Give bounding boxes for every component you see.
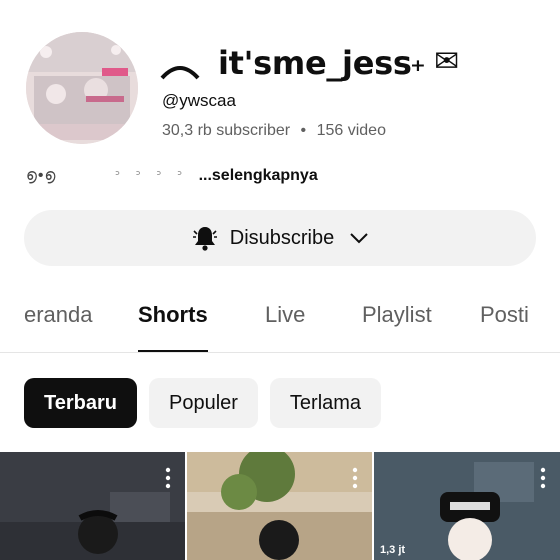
tab-shorts[interactable]: Shorts bbox=[138, 302, 208, 352]
more-options-icon[interactable] bbox=[161, 466, 175, 490]
description-symbols: ൭•൭ bbox=[26, 167, 57, 184]
stats-separator: • bbox=[300, 122, 307, 139]
chevron-down-icon bbox=[350, 233, 368, 244]
more-options-icon[interactable] bbox=[348, 466, 362, 490]
view-count: 1,3 jt bbox=[380, 544, 406, 556]
channel-tabs: eranda Shorts Live Playlist Posti bbox=[0, 290, 560, 353]
description-faded-text: ᐣ ᐣ ᐣ ᐣ bbox=[114, 168, 189, 183]
channel-description[interactable]: ൭•൭ ᐣ ᐣ ᐣ ᐣ ...selengkapnya bbox=[26, 167, 546, 185]
sort-chips: Terbaru Populer Terlama bbox=[24, 378, 382, 428]
tab-playlist[interactable]: Playlist bbox=[362, 302, 432, 350]
short-thumbnail[interactable] bbox=[0, 452, 185, 560]
channel-avatar[interactable] bbox=[26, 32, 138, 144]
channel-title: it'sme_jess bbox=[218, 44, 412, 82]
subscriber-count: 30,3 rb subscriber bbox=[162, 122, 291, 139]
chip-popular[interactable]: Populer bbox=[148, 378, 258, 428]
subscribed-button[interactable]: Disubscribe bbox=[24, 210, 536, 266]
chip-latest[interactable]: Terbaru bbox=[24, 378, 137, 428]
chip-oldest[interactable]: Terlama bbox=[269, 378, 382, 428]
tab-posts[interactable]: Posti bbox=[480, 302, 529, 350]
title-decoration bbox=[160, 66, 200, 80]
more-options-icon[interactable] bbox=[536, 466, 550, 490]
tab-home[interactable]: eranda bbox=[24, 302, 93, 350]
bell-icon bbox=[192, 227, 217, 251]
channel-stats: 30,3 rb subscriber • 156 video bbox=[162, 122, 386, 140]
shorts-grid: 1,3 jt bbox=[0, 452, 560, 560]
video-count: 156 video bbox=[316, 122, 386, 139]
tab-live[interactable]: Live bbox=[265, 302, 305, 350]
title-decoration-right: ₊ ✉ bbox=[410, 45, 460, 78]
short-thumbnail[interactable]: 1,3 jt bbox=[374, 452, 560, 560]
channel-title-row: it'sme_jess ₊ ✉ bbox=[160, 38, 550, 86]
short-thumbnail[interactable] bbox=[187, 452, 372, 560]
channel-handle: @ywscaa bbox=[162, 91, 236, 110]
subscribed-label: Disubscribe bbox=[229, 226, 335, 249]
show-more-link[interactable]: ...selengkapnya bbox=[199, 167, 318, 184]
